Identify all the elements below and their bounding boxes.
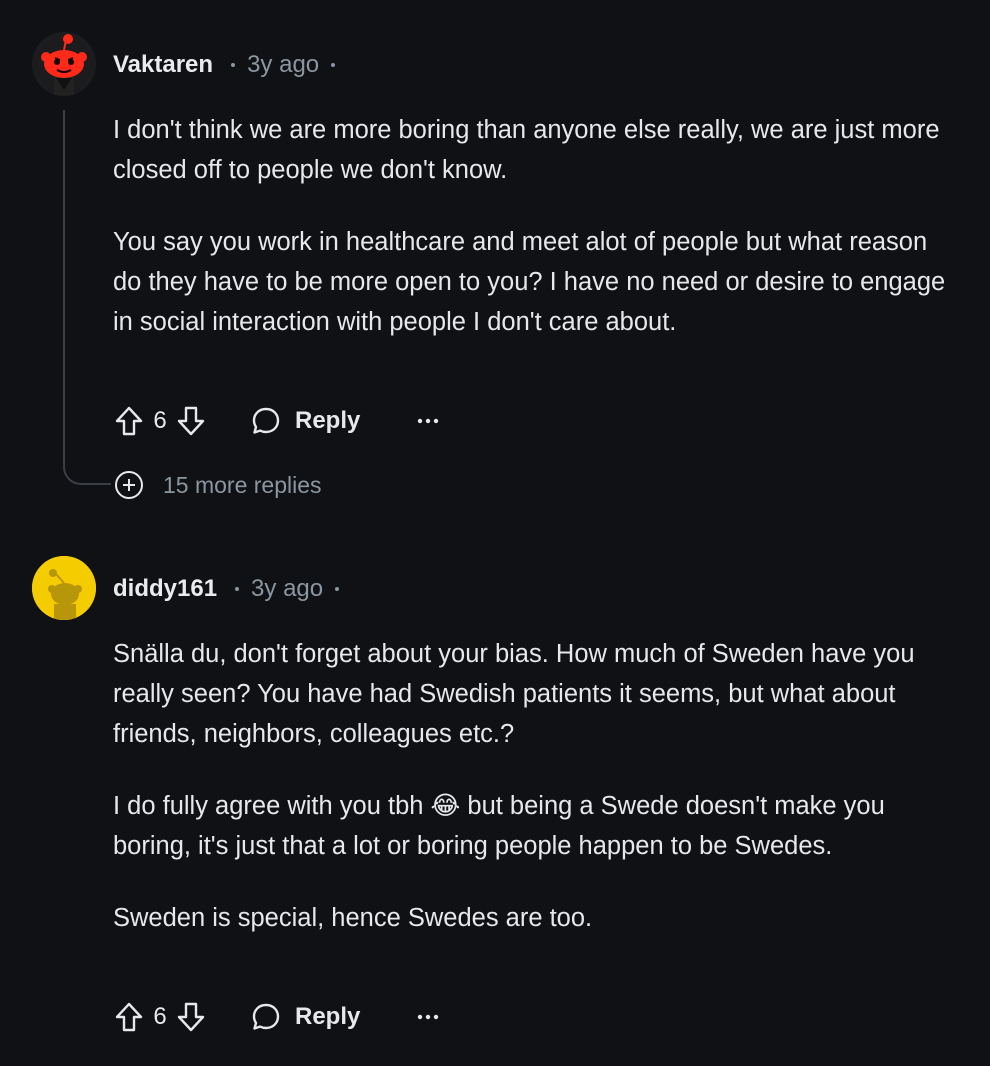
comment-body: I don't think we are more boring than an… xyxy=(113,110,953,342)
comment-paragraph: I don't think we are more boring than an… xyxy=(113,116,940,184)
upvote-arrow-icon xyxy=(115,1002,143,1032)
plus-circle-icon xyxy=(115,471,143,499)
reply-label: Reply xyxy=(295,407,361,434)
upvote-button[interactable] xyxy=(113,997,145,1037)
separator-dot xyxy=(235,587,240,591)
downvote-button[interactable] xyxy=(175,401,207,441)
reply-button[interactable]: Reply xyxy=(251,1002,360,1032)
thread-connector xyxy=(63,455,111,485)
downvote-arrow-icon xyxy=(177,1002,205,1032)
ellipsis-icon xyxy=(418,1014,439,1020)
more-replies-button[interactable]: 15 more replies xyxy=(113,469,322,501)
vote-score: 6 xyxy=(153,1003,167,1030)
timestamp: 3y ago xyxy=(247,51,320,78)
avatar[interactable] xyxy=(32,556,96,620)
thread-line[interactable] xyxy=(63,110,65,466)
more-options-button[interactable] xyxy=(416,417,440,425)
comment-actions: 6 Reply xyxy=(113,401,440,441)
comment-meta: Vaktaren 3y ago xyxy=(113,49,336,81)
speech-bubble-icon xyxy=(252,407,280,434)
reply-button[interactable]: Reply xyxy=(251,406,360,436)
comment-actions: 6 Reply xyxy=(113,997,440,1037)
comment-paragraph: I do fully agree with you tbh 😂 but bein… xyxy=(113,792,885,860)
more-replies-label: 15 more replies xyxy=(163,471,322,498)
vote-score: 6 xyxy=(153,407,167,434)
comment-paragraph: You say you work in healthcare and meet … xyxy=(113,228,946,336)
yellow-snoo-avatar-icon xyxy=(32,556,96,620)
upvote-arrow-icon xyxy=(115,406,143,436)
red-snoo-avatar-icon xyxy=(32,32,96,96)
comment-meta: diddy161 3y ago xyxy=(113,573,340,605)
upvote-button[interactable] xyxy=(113,401,145,441)
comment-body: Snälla du, don't forget about your bias.… xyxy=(113,634,953,938)
avatar[interactable] xyxy=(32,32,96,96)
username[interactable]: Vaktaren xyxy=(113,51,213,79)
separator-dot xyxy=(335,587,340,591)
downvote-button[interactable] xyxy=(175,997,207,1037)
timestamp: 3y ago xyxy=(251,575,324,602)
speech-bubble-icon xyxy=(252,1003,280,1030)
downvote-arrow-icon xyxy=(177,406,205,436)
separator-dot xyxy=(231,63,236,67)
comment-paragraph: Snälla du, don't forget about your bias.… xyxy=(113,640,915,748)
more-options-button[interactable] xyxy=(416,1013,440,1021)
username[interactable]: diddy161 xyxy=(113,575,217,603)
separator-dot xyxy=(331,63,336,67)
comment-paragraph: Sweden is special, hence Swedes are too. xyxy=(113,904,593,932)
ellipsis-icon xyxy=(418,418,439,424)
reply-label: Reply xyxy=(295,1003,361,1030)
